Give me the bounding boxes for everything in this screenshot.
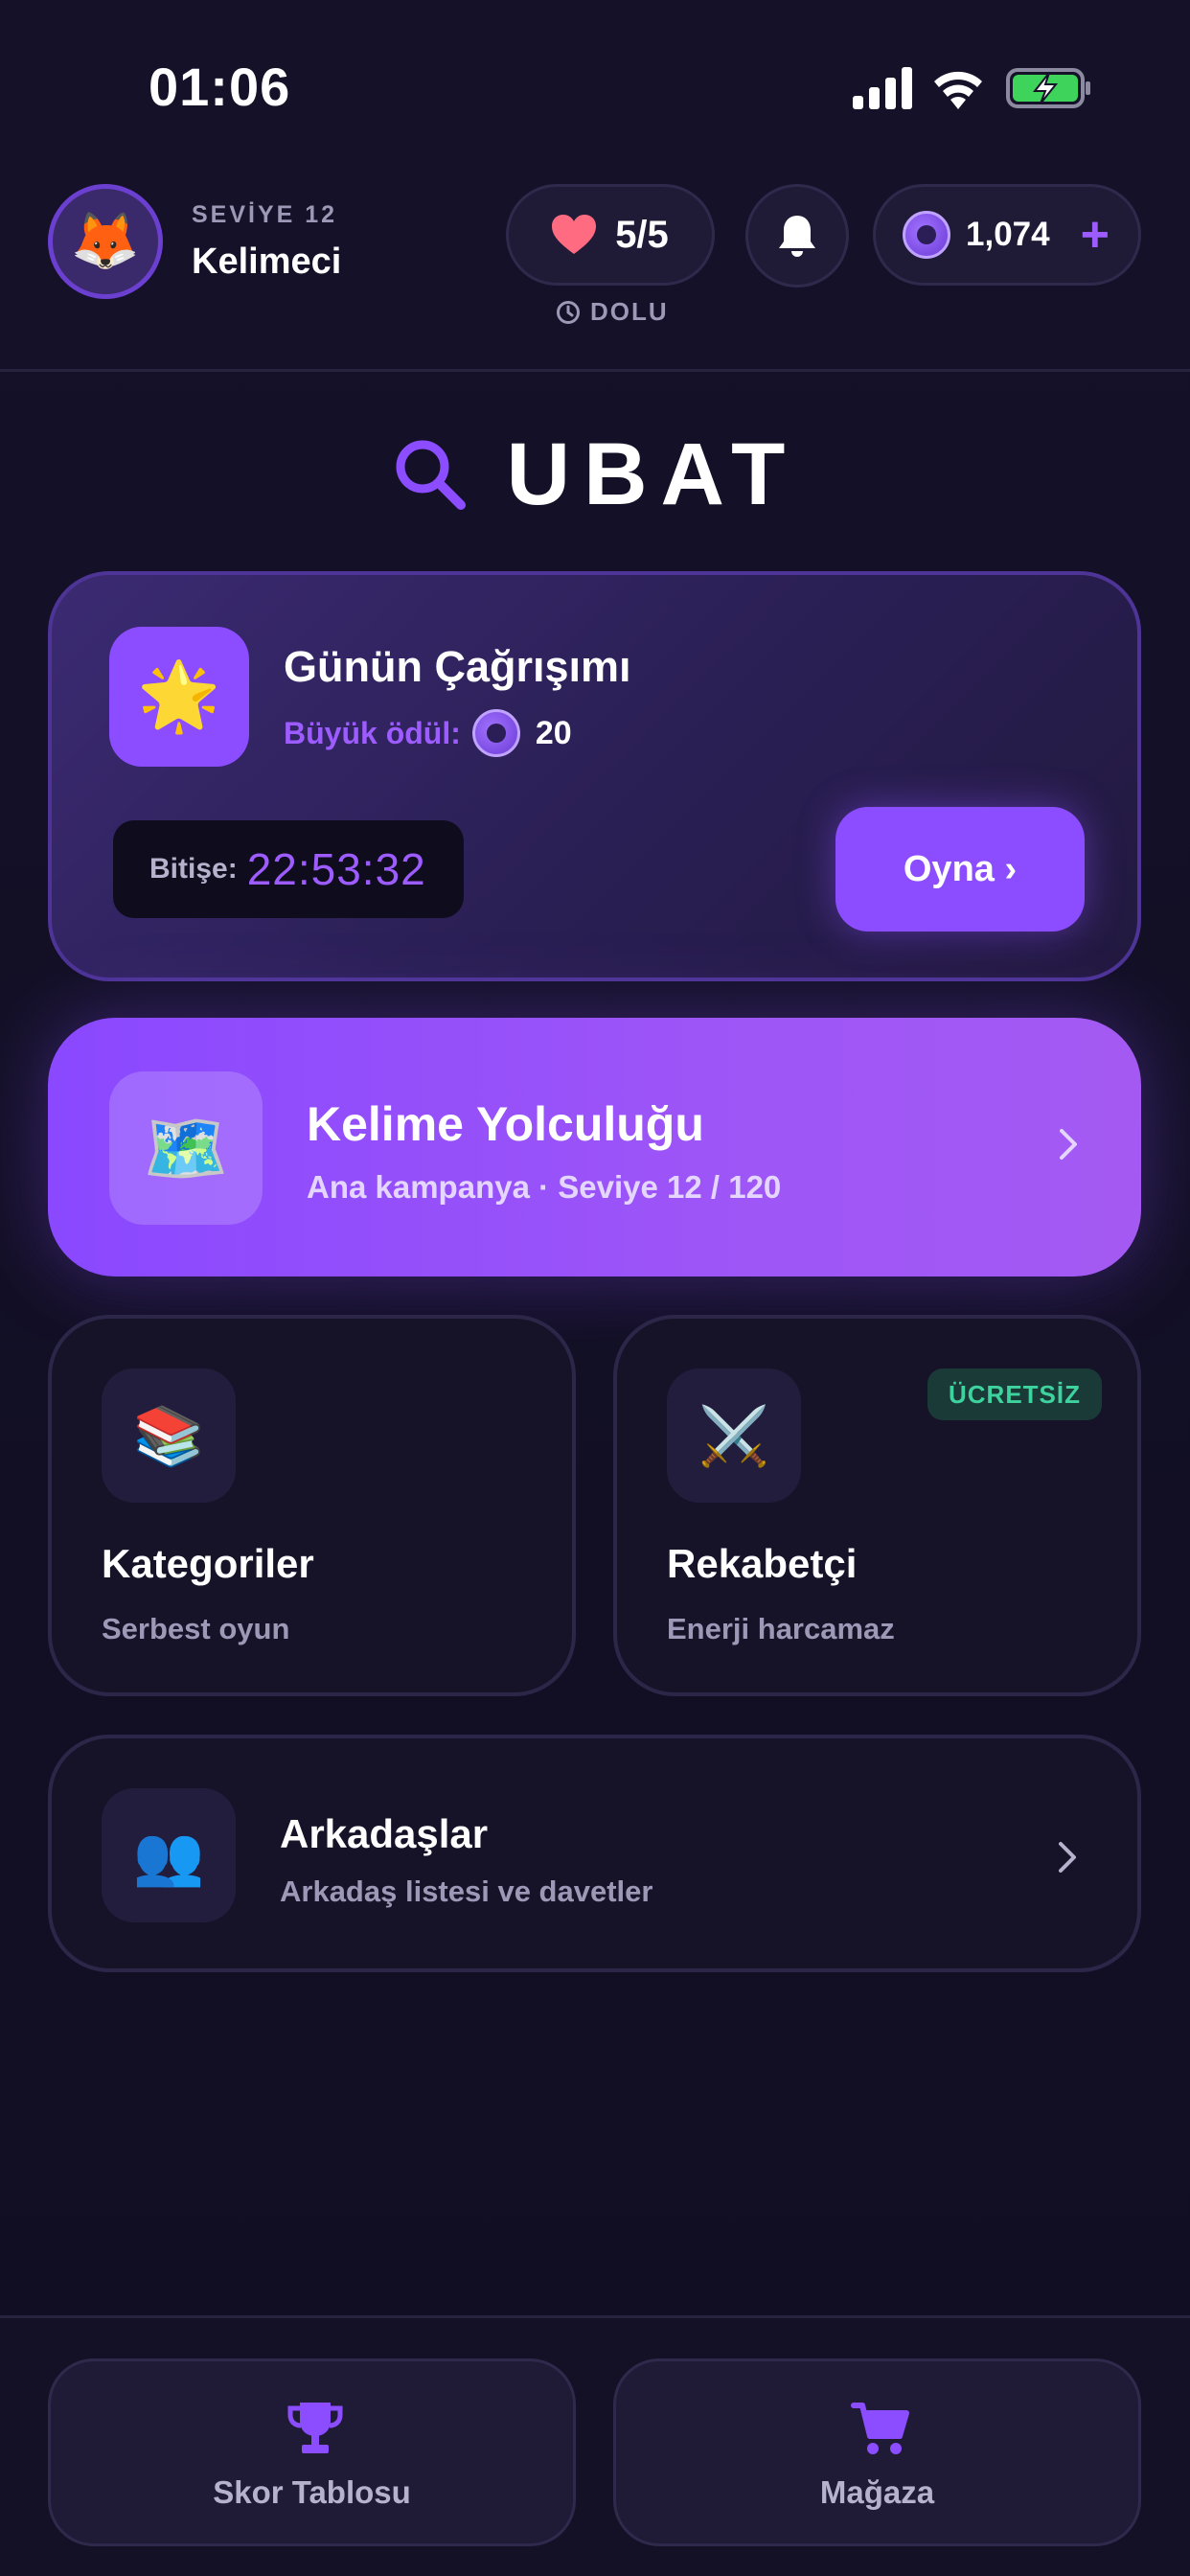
clock-icon: [557, 300, 580, 324]
free-badge: ÜCRETSİZ: [927, 1368, 1102, 1420]
wifi-icon: [934, 71, 982, 109]
categories-subtitle: Serbest oyun: [102, 1612, 290, 1645]
leaderboard-button[interactable]: Skor Tablosu: [48, 2358, 576, 2546]
player-level: SEVİYE 12: [192, 201, 338, 228]
campaign-title: Kelime Yolculuğu: [307, 1097, 704, 1151]
top-header: 🦊 SEVİYE 12 Kelimeci 5/5 1,074 + DOLU: [0, 172, 1190, 372]
reward-value: 20: [535, 714, 572, 751]
shop-label: Mağaza: [819, 2474, 935, 2510]
friends-title: Arkadaşlar: [280, 1811, 489, 1856]
friends-subtitle: Arkadaş listesi ve davetler: [280, 1874, 653, 1908]
shop-button[interactable]: Mağaza: [613, 2358, 1141, 2546]
add-coins-icon[interactable]: +: [1081, 210, 1110, 260]
leaderboard-label: Skor Tablosu: [213, 2474, 411, 2510]
status-time: 01:06: [149, 57, 291, 117]
app-screen: 01:06 🦊 SEVİYE 12 Kelimeci 5/5 1,074 + D…: [0, 0, 1190, 2576]
categories-title: Kategoriler: [102, 1541, 314, 1586]
map-icon: 🗺️: [109, 1071, 263, 1225]
coin-balance[interactable]: 1,074 +: [873, 184, 1141, 286]
chevron-right-icon: [1059, 1842, 1076, 1873]
lives-status: DOLU: [556, 297, 669, 327]
campaign-card[interactable]: 🗺️ Kelime Yolculuğu Ana kampanya · Seviy…: [48, 1018, 1141, 1276]
reward-label: Büyük ödül:: [284, 715, 461, 750]
lives-counter[interactable]: 5/5: [506, 184, 715, 286]
timer-value: 22:53:32: [246, 844, 426, 894]
daily-reward: Büyük ödül: 20: [284, 709, 572, 757]
lives-status-text: DOLU: [590, 297, 669, 326]
avatar[interactable]: 🦊: [48, 184, 163, 299]
competitive-subtitle: Enerji harcamaz: [667, 1612, 895, 1645]
categories-card[interactable]: 📚 Kategoriler Serbest oyun: [48, 1315, 576, 1696]
trophy-icon: [287, 2403, 343, 2453]
books-icon: 📚: [102, 1368, 236, 1503]
crossed-swords-icon: ⚔️: [667, 1368, 801, 1503]
star-icon: 🌟: [109, 627, 249, 767]
notifications-button[interactable]: [745, 184, 849, 288]
coin-value: 1,074: [966, 216, 1050, 253]
username: Kelimeci: [192, 242, 342, 282]
battery-charging-icon: [1006, 68, 1090, 108]
daily-challenge-card[interactable]: 🌟 Günün Çağrışımı Büyük ödül: 20 Bitişe:…: [48, 571, 1141, 981]
cart-icon: [851, 2403, 909, 2454]
search-icon: [396, 440, 466, 510]
timer-label: Bitişe:: [149, 853, 238, 885]
bell-icon: [779, 216, 815, 257]
competitive-title: Rekabetçi: [667, 1541, 858, 1586]
countdown-timer: Bitişe: 22:53:32: [113, 820, 464, 918]
bottom-nav: Skor Tablosu Mağaza: [0, 2315, 1190, 2576]
friends-icon: 👥: [102, 1788, 236, 1922]
heart-icon: [552, 215, 597, 254]
lives-value: 5/5: [615, 213, 669, 256]
chevron-right-icon: [1060, 1129, 1077, 1160]
play-button[interactable]: Oyna ›: [835, 807, 1085, 932]
status-bar: 01:06: [0, 0, 1190, 172]
competitive-card[interactable]: ⚔️ ÜCRETSİZ Rekabetçi Enerji harcamaz: [613, 1315, 1141, 1696]
daily-challenge-title: Günün Çağrışımı: [284, 642, 631, 691]
campaign-subtitle: Ana kampanya · Seviye 12 / 120: [307, 1169, 782, 1205]
app-logo: UBAT: [0, 422, 1190, 527]
friends-card[interactable]: 👥 Arkadaşlar Arkadaş listesi ve davetler: [48, 1735, 1141, 1972]
coin-icon: [903, 211, 950, 259]
coin-icon: [471, 709, 520, 757]
cellular-signal-icon: [853, 67, 912, 109]
app-title: UBAT: [506, 425, 799, 523]
